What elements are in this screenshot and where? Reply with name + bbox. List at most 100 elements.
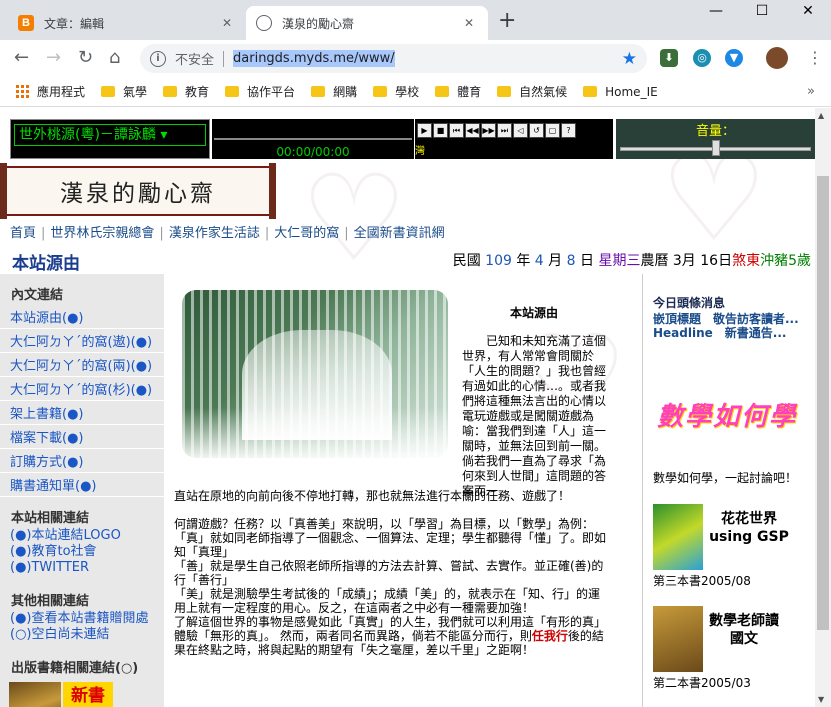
reload-icon[interactable]: ↻ — [78, 48, 93, 68]
next-icon[interactable]: ⏭ — [497, 123, 512, 138]
bookmark-folder[interactable]: 教育 — [163, 83, 209, 100]
bookmark-folder[interactable]: 自然氣候 — [497, 83, 567, 100]
info-icon[interactable]: i — [150, 50, 166, 67]
folder-icon — [583, 86, 598, 97]
date-prefix: 民國 — [452, 253, 481, 269]
nav-book-info[interactable]: 全國新書資訊網 — [354, 226, 445, 241]
sidebar-link-order-form[interactable]: 購書通知單(●) — [0, 473, 164, 497]
maximize-icon[interactable]: ☐ — [739, 3, 785, 19]
sidebar-link-blank[interactable]: (○)空白尚未連結 — [0, 627, 164, 643]
book-cover-chinese[interactable] — [653, 606, 703, 672]
repeat-icon[interactable]: ↺ — [529, 123, 544, 138]
scroll-up-icon[interactable]: ▲ — [818, 111, 824, 120]
sidebar-link-twitter[interactable]: (●)TWITTER — [0, 560, 164, 576]
sidebar-link-gift-locations[interactable]: (●)查看本站書籍贈閱處 — [0, 611, 164, 627]
window-close-icon[interactable]: ✕ — [785, 3, 831, 19]
tab-title: 漢泉的勵心齋 — [282, 16, 355, 31]
forward-icon[interactable]: → — [46, 48, 61, 68]
folder-icon — [373, 86, 388, 97]
new-tab-icon[interactable]: + — [498, 10, 516, 32]
page-scrollbar[interactable]: ▲ ▼ — [815, 108, 831, 707]
playlist-box: 世外桃源(粵)－譚詠麟 ▾ — [10, 119, 210, 159]
headline-marquee[interactable]: 嵌頂標題 敬告訪客讀者... Headline 新書通告... — [653, 312, 813, 340]
bookmark-label: 氣學 — [123, 85, 148, 99]
url-text[interactable]: daringds.myds.me/www/ — [233, 50, 395, 67]
bookmarks-overflow-icon[interactable]: » — [807, 84, 815, 99]
menu-icon[interactable]: ⋮ — [807, 48, 823, 67]
previous-icon[interactable]: ⏮ — [449, 123, 464, 138]
shuffle-icon[interactable]: ▢ — [545, 123, 560, 138]
sidebar-link-nest-ao[interactable]: 大仁阿ㄉㄚˊ的窩(遨)(●) — [0, 329, 164, 353]
vpn-extension-icon[interactable]: ▼ — [725, 49, 743, 67]
minimize-icon[interactable]: — — [693, 3, 739, 19]
tab-blogger-edit[interactable]: B 文章：編輯 ✕ — [8, 6, 246, 40]
nav-darenge[interactable]: 大仁哥的窩 — [274, 226, 339, 241]
bookmark-folder[interactable]: 網購 — [311, 83, 357, 100]
book-cover-gsp[interactable] — [653, 504, 703, 570]
bookmark-folder[interactable]: 學校 — [373, 83, 419, 100]
sidebar-link-ordering[interactable]: 訂購方式(●) — [0, 449, 164, 473]
sidebar-link-downloads[interactable]: 檔案下載(●) — [0, 425, 164, 449]
logo-text: 漢泉的勵心齋 — [60, 181, 216, 207]
bookmark-label: Home_IE — [605, 84, 658, 99]
close-icon[interactable]: ✕ — [460, 16, 478, 30]
song-title: 世外桃源(粵)－譚詠麟 — [19, 127, 156, 143]
scroll-rod — [269, 163, 276, 219]
address-bar[interactable]: i 不安全 daringds.myds.me/www/ ★ — [140, 44, 647, 73]
date-weekday: 星期三 — [598, 253, 641, 269]
bookmark-folder[interactable]: 氣學 — [101, 83, 147, 100]
date-day-unit: 日 — [580, 253, 594, 269]
home-icon[interactable]: ⌂ — [109, 48, 120, 68]
bookmark-folder[interactable]: 協作平台 — [225, 83, 295, 100]
volume-knob[interactable] — [711, 140, 720, 156]
music-player: 世外桃源(粵)－譚詠麟 ▾ 00:00/00:00 ▶ ■ ⏮ ◀◀ ▶▶ ⏭ … — [10, 119, 815, 159]
scroll-rod — [0, 163, 7, 219]
scroll-down-icon[interactable]: ▼ — [818, 695, 824, 704]
article-paragraph: 了解這個世界的事物是感覺如此「真實」的人生，我們就可以利用這「有形的真」體驗「無… — [174, 615, 610, 657]
bookmark-folder[interactable]: 體育 — [435, 83, 481, 100]
rewind-icon[interactable]: ◀◀ — [465, 123, 480, 138]
nav-writer-blog[interactable]: 漢泉作家生活誌 — [169, 226, 260, 241]
play-icon[interactable]: ▶ — [417, 123, 432, 138]
nav-home[interactable]: 首頁 — [10, 226, 36, 241]
bookmark-label: 網購 — [333, 85, 358, 99]
nav-lin-clan[interactable]: 世界林氏宗親總會 — [50, 226, 154, 241]
volume-label: 音量： — [695, 124, 735, 139]
math-banner[interactable]: 數學如何學 — [657, 396, 797, 433]
sidebar-link-nest-shan[interactable]: 大仁阿ㄉㄚˊ的窩(杉)(●) — [0, 377, 164, 401]
headline-title: 今日頭條消息 — [653, 296, 726, 310]
mute-icon[interactable]: ◁ — [513, 123, 528, 138]
sidebar-link-nest-liang[interactable]: 大仁阿ㄉㄚˊ的窩(兩)(●) — [0, 353, 164, 377]
sidebar-link-education[interactable]: (●)教育to社會 — [0, 544, 164, 560]
back-icon[interactable]: ← — [14, 48, 29, 68]
close-icon[interactable]: ✕ — [218, 16, 236, 30]
fast-forward-icon[interactable]: ▶▶ — [481, 123, 496, 138]
book-cover-image[interactable] — [9, 682, 61, 707]
seek-bar[interactable] — [214, 138, 412, 140]
sidebar-link-logo[interactable]: (●)本站連結LOGO — [0, 528, 164, 544]
song-select[interactable]: 世外桃源(粵)－譚詠麟 ▾ — [14, 124, 206, 146]
new-book-badge[interactable]: 新書 — [63, 682, 113, 707]
download-extension-icon[interactable]: ⬇ — [660, 49, 678, 67]
player-controls: ▶ ■ ⏮ ◀◀ ▶▶ ⏭ ◁ ↺ ▢ ? 灣 — [415, 119, 613, 159]
bookmark-star-icon[interactable]: ★ — [622, 49, 637, 69]
sidebar-link-about[interactable]: 本站源由(●) — [0, 305, 164, 329]
extension-icon[interactable]: ◎ — [693, 49, 711, 67]
lunar-date: 農曆 3月 16日 — [640, 253, 733, 269]
chong-zodiac: 沖豬5歲 — [760, 253, 811, 269]
bookmark-folder[interactable]: Home_IE — [583, 85, 658, 99]
tab-site[interactable]: 漢泉的勵心齋 ✕ — [246, 6, 488, 40]
sidebar-section-title: 其他相關連結 — [11, 594, 90, 609]
stop-icon[interactable]: ■ — [433, 123, 448, 138]
sidebar-link-books[interactable]: 架上書籍(●) — [0, 401, 164, 425]
page-content: ♡ ♡ ♡ 世外桃源(粵)－譚詠麟 ▾ 00:00/00:00 ▶ ■ ⏮ ◀◀… — [0, 108, 815, 707]
bookmark-apps[interactable]: 應用程式 — [37, 83, 85, 100]
date-day: 8 — [566, 253, 576, 269]
apps-icon[interactable] — [16, 85, 29, 98]
help-icon[interactable]: ? — [561, 123, 576, 138]
avatar[interactable] — [766, 47, 788, 69]
bookmark-label: 應用程式 — [37, 85, 86, 99]
folder-icon — [311, 86, 326, 97]
site-logo[interactable]: 漢泉的勵心齋 — [0, 163, 276, 219]
scrollbar-thumb[interactable] — [817, 176, 829, 630]
